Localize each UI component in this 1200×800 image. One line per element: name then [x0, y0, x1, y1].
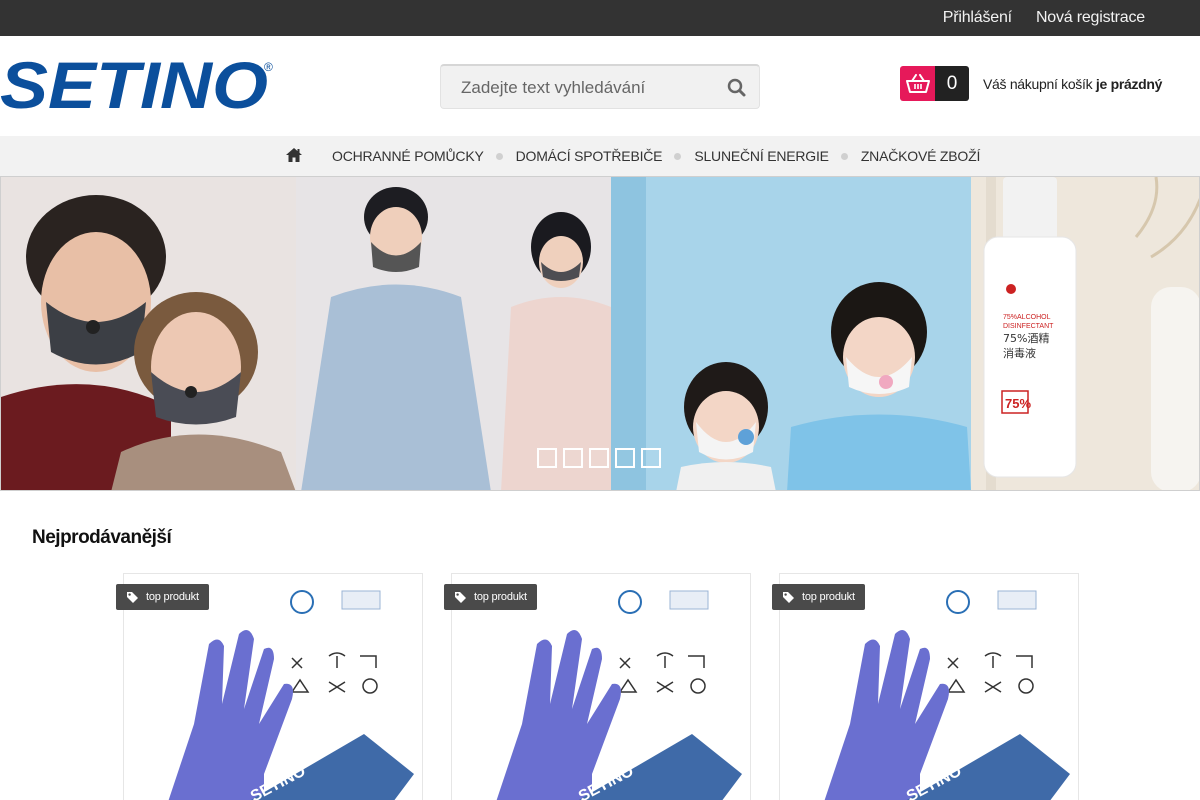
tag-icon [127, 591, 138, 603]
shopping-cart[interactable]: 0 Váš nákupní košík je prázdný [900, 66, 1162, 101]
search-button[interactable] [725, 76, 749, 100]
nav-menu: OCHRANNÉ POMŮCKY DOMÁCÍ SPOTŘEBIČE SLUNE… [332, 136, 980, 176]
logo-registered-mark: ® [264, 60, 273, 74]
basket-icon [905, 73, 930, 93]
nav-separator [840, 152, 848, 160]
carousel-indicators [537, 448, 661, 468]
search-icon [727, 78, 746, 97]
nav-separator [674, 152, 682, 160]
nav-item-domaci-spotrebice[interactable]: DOMÁCÍ SPOTŘEBIČE [516, 148, 695, 164]
basket-icon-box[interactable] [900, 66, 935, 101]
cart-label: Váš nákupní košík [983, 75, 1093, 92]
search-box [440, 64, 760, 109]
home-icon [286, 148, 302, 162]
login-link[interactable]: Přihlášení [943, 9, 1012, 27]
carousel-dot-2[interactable] [563, 448, 583, 468]
register-link[interactable]: Nová registrace [1036, 9, 1145, 27]
nav-item-ochranne-pomucky[interactable]: OCHRANNÉ POMŮCKY [332, 148, 516, 164]
product-badge: top produkt [116, 584, 209, 610]
product-grid: top produkt SETINO top produkt SETINO to… [0, 573, 1200, 800]
cart-count[interactable]: 0 [935, 66, 969, 101]
nav-item-slunecni-energie[interactable]: SLUNEČNÍ ENERGIE [694, 148, 861, 164]
nav-separator [495, 152, 503, 160]
cart-empty-status: je prázdný [1095, 75, 1163, 92]
product-badge: top produkt [772, 584, 865, 610]
tag-icon [783, 591, 794, 603]
svg-text:75%酒精: 75%酒精 [1003, 332, 1049, 345]
home-link[interactable] [285, 147, 303, 163]
top-bar: Přihlášení Nová registrace [0, 0, 1200, 36]
carousel-dot-1[interactable] [537, 448, 557, 468]
banner-image: 75%ALCOHOL DISINFECTANT 75%酒精 消毒液 75% [1, 177, 1199, 490]
nav-item-znackove-zbozi[interactable]: ZNAČKOVÉ ZBOŽÍ [861, 148, 981, 164]
product-badge: top produkt [444, 584, 537, 610]
search-input[interactable] [441, 66, 711, 109]
main-navigation: OCHRANNÉ POMŮCKY DOMÁCÍ SPOTŘEBIČE SLUNE… [0, 136, 1200, 176]
svg-text:75%ALCOHOL: 75%ALCOHOL [1003, 314, 1051, 321]
account-links: Přihlášení Nová registrace [943, 0, 1145, 36]
svg-text:75%: 75% [1005, 396, 1031, 411]
carousel-dot-4[interactable] [615, 448, 635, 468]
logo-text: SETINO [0, 57, 268, 113]
cart-status-text[interactable]: Váš nákupní košík je prázdný [983, 76, 1162, 92]
carousel-dot-3[interactable] [589, 448, 609, 468]
carousel-dot-5[interactable] [641, 448, 661, 468]
site-logo[interactable]: SETINO ® [0, 57, 280, 113]
tag-icon [455, 591, 466, 603]
section-title-bestsellers: Nejprodávanější [32, 527, 172, 548]
hero-banner-carousel[interactable]: 75%ALCOHOL DISINFECTANT 75%酒精 消毒液 75% [0, 176, 1200, 491]
svg-text:DISINFECTANT: DISINFECTANT [1003, 323, 1054, 330]
svg-text:消毒液: 消毒液 [1003, 346, 1036, 360]
